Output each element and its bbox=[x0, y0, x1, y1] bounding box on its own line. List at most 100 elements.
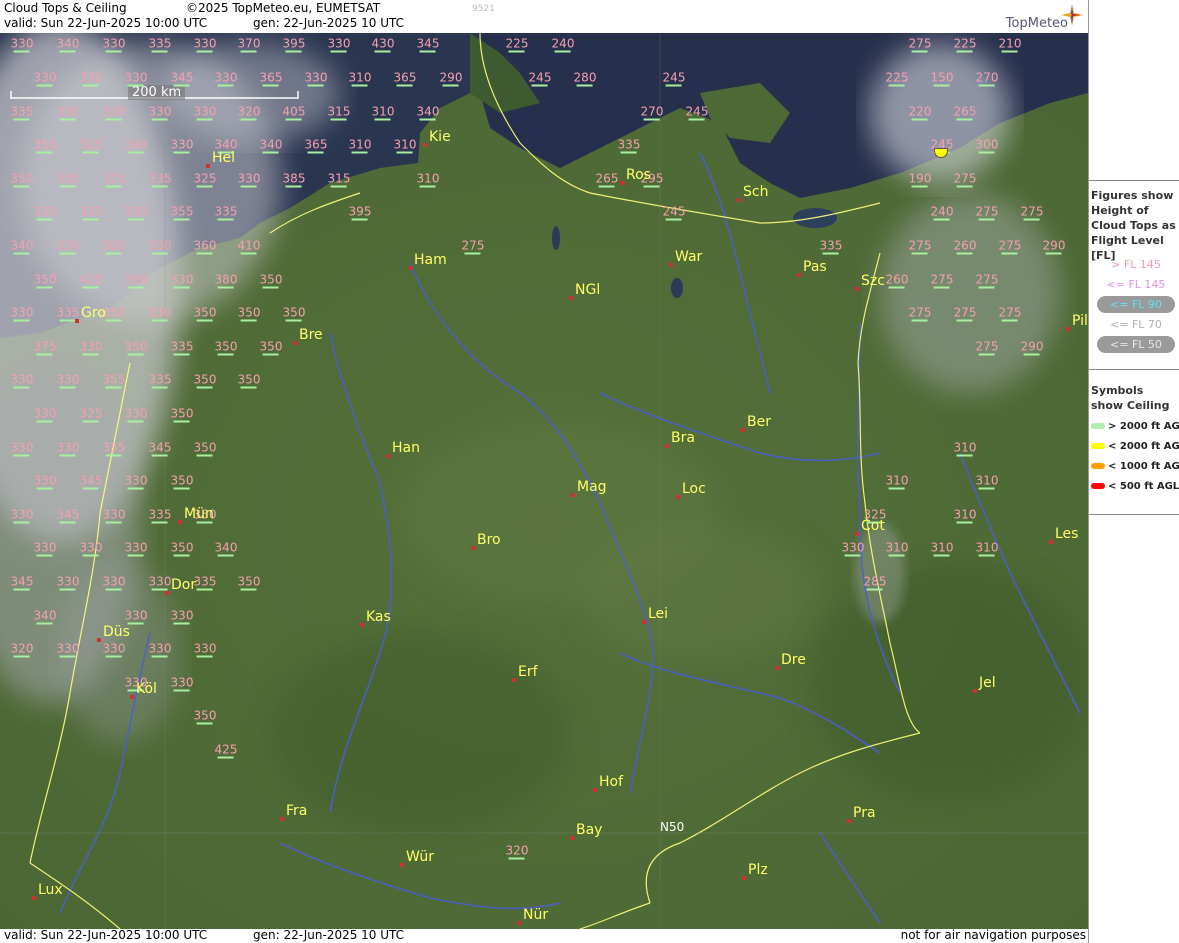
map-background bbox=[0, 33, 1088, 929]
cloud-top-label: 330 bbox=[102, 507, 126, 522]
city-marker-icon bbox=[855, 532, 859, 536]
ceiling-legend-item: > 2000 ft AGL bbox=[1091, 421, 1179, 432]
cloud-top-label: 350 bbox=[193, 372, 217, 387]
cloud-top-label: 310 bbox=[930, 540, 954, 555]
cloud-top-label: 285 bbox=[863, 574, 887, 589]
cloud-top-label: 210 bbox=[998, 36, 1022, 51]
city-label: Han bbox=[392, 440, 420, 456]
cloud-top-label: 425 bbox=[79, 272, 103, 287]
cloud-top-label: 300 bbox=[975, 137, 999, 152]
cloud-top-label: 225 bbox=[953, 36, 977, 51]
city-label: Bra bbox=[671, 430, 695, 446]
cloud-top-label: 325 bbox=[79, 204, 103, 219]
cloud-top-label: 275 bbox=[908, 36, 932, 51]
cloud-top-label: 330 bbox=[148, 238, 172, 253]
cloud-top-label: 325 bbox=[79, 406, 103, 421]
cloud-top-label: 310 bbox=[885, 473, 909, 488]
cloud-top-label: 330 bbox=[33, 70, 57, 85]
cloud-top-label: 330 bbox=[33, 406, 57, 421]
cloud-top-label: 345 bbox=[170, 70, 194, 85]
generated-time: gen: 22-Jun-2025 10 UTC bbox=[253, 16, 405, 30]
cloud-top-label: 330 bbox=[124, 473, 148, 488]
ceiling-legend-label: < 500 ft AGL bbox=[1108, 481, 1179, 492]
cloud-top-label: 330 bbox=[56, 372, 80, 387]
cloud-top-label: 375 bbox=[33, 339, 57, 354]
ceiling-swatch-icon bbox=[1091, 483, 1105, 489]
cloud-top-label: 330 bbox=[102, 574, 126, 589]
city-marker-icon bbox=[130, 695, 134, 699]
city-marker-icon bbox=[571, 493, 575, 497]
cloud-top-label: 345 bbox=[416, 36, 440, 51]
cloud-top-label: 350 bbox=[124, 339, 148, 354]
cloud-top-label: 350 bbox=[33, 137, 57, 152]
cloud-top-label: 325 bbox=[79, 137, 103, 152]
cloud-top-label: 265 bbox=[953, 104, 977, 119]
tops-legend-item: <= FL 145 bbox=[1106, 278, 1166, 291]
cloud-top-label: 330 bbox=[170, 608, 194, 623]
topmeteo-logo: TopMeteo bbox=[988, 2, 1084, 32]
cloud-top-label: 330 bbox=[237, 171, 261, 186]
city-marker-icon bbox=[593, 788, 597, 792]
cloud-top-label: 335 bbox=[170, 339, 194, 354]
cloud-top-label: 350 bbox=[193, 440, 217, 455]
cloud-top-label: 320 bbox=[10, 641, 34, 656]
cloud-top-label: 265 bbox=[595, 171, 619, 186]
cloud-top-label: 330 bbox=[56, 574, 80, 589]
city-marker-icon bbox=[386, 454, 390, 458]
cloud-top-label: 340 bbox=[259, 137, 283, 152]
cloud-top-label: 190 bbox=[908, 171, 932, 186]
cloud-top-label: 335 bbox=[148, 36, 172, 51]
cloud-top-label: 350 bbox=[170, 540, 194, 555]
city-marker-icon bbox=[293, 341, 297, 345]
cloud-top-label: 350 bbox=[282, 305, 306, 320]
cloud-top-label: 350 bbox=[237, 372, 261, 387]
cloud-top-label: 290 bbox=[439, 70, 463, 85]
cloud-top-label: 340 bbox=[124, 137, 148, 152]
cloud-top-label: 330 bbox=[193, 36, 217, 51]
city-marker-icon bbox=[741, 428, 745, 432]
cloud-top-label: 345 bbox=[79, 473, 103, 488]
city-label: Lux bbox=[38, 882, 63, 898]
cloud-top-label: 310 bbox=[953, 440, 977, 455]
city-marker-icon bbox=[512, 678, 516, 682]
cloud-top-label: 330 bbox=[79, 339, 103, 354]
cloud-top-label: 335 bbox=[193, 574, 217, 589]
cloud-top-label: 310 bbox=[975, 473, 999, 488]
city-label: Bro bbox=[477, 532, 501, 548]
city-marker-icon bbox=[973, 689, 977, 693]
cloud-top-label: 330 bbox=[102, 36, 126, 51]
cloud-top-label: 335 bbox=[102, 440, 126, 455]
cloud-bank-east bbox=[870, 43, 1010, 183]
cloud-top-label: 330 bbox=[56, 238, 80, 253]
city-label: Hof bbox=[599, 774, 624, 790]
cloud-top-label: 350 bbox=[259, 339, 283, 354]
satellite-map[interactable]: 200 km N50 330 340 330 335 330 370 395 330 430 34… bbox=[0, 33, 1088, 929]
city-label: Erf bbox=[518, 664, 538, 680]
cloud-top-label: 270 bbox=[640, 104, 664, 119]
cloud-top-label: 310 bbox=[393, 137, 417, 152]
city-label: Lei bbox=[648, 606, 669, 622]
cloud-top-label: 330 bbox=[10, 36, 34, 51]
cloud-top-label: 335 bbox=[148, 372, 172, 387]
cloud-top-label: 330 bbox=[10, 507, 34, 522]
cloud-top-label: 425 bbox=[214, 742, 238, 757]
cloud-top-label: 350 bbox=[33, 272, 57, 287]
cloud-top-label: 330 bbox=[148, 574, 172, 589]
city-label: Les bbox=[1055, 526, 1079, 542]
city-label: Düs bbox=[103, 624, 130, 640]
ceiling-legend-label: < 2000 ft AGL bbox=[1108, 441, 1179, 452]
cloud-top-label: 410 bbox=[237, 238, 261, 253]
ceiling-legend-label: > 2000 ft AGL bbox=[1108, 421, 1179, 432]
cloud-top-label: 245 bbox=[528, 70, 552, 85]
cloud-top-label: 320 bbox=[237, 104, 261, 119]
city-marker-icon bbox=[280, 817, 284, 821]
cloud-top-label: 370 bbox=[237, 36, 261, 51]
cloud-top-label: 350 bbox=[170, 406, 194, 421]
city-label: War bbox=[675, 249, 703, 265]
cloud-top-label: 330 bbox=[102, 104, 126, 119]
cloud-top-label: 355 bbox=[102, 372, 126, 387]
cloud-top-label: 330 bbox=[124, 204, 148, 219]
cloud-top-label: 275 bbox=[461, 238, 485, 253]
city-marker-icon bbox=[408, 266, 412, 270]
ceiling-legend-label: < 1000 ft AGL bbox=[1108, 461, 1179, 472]
